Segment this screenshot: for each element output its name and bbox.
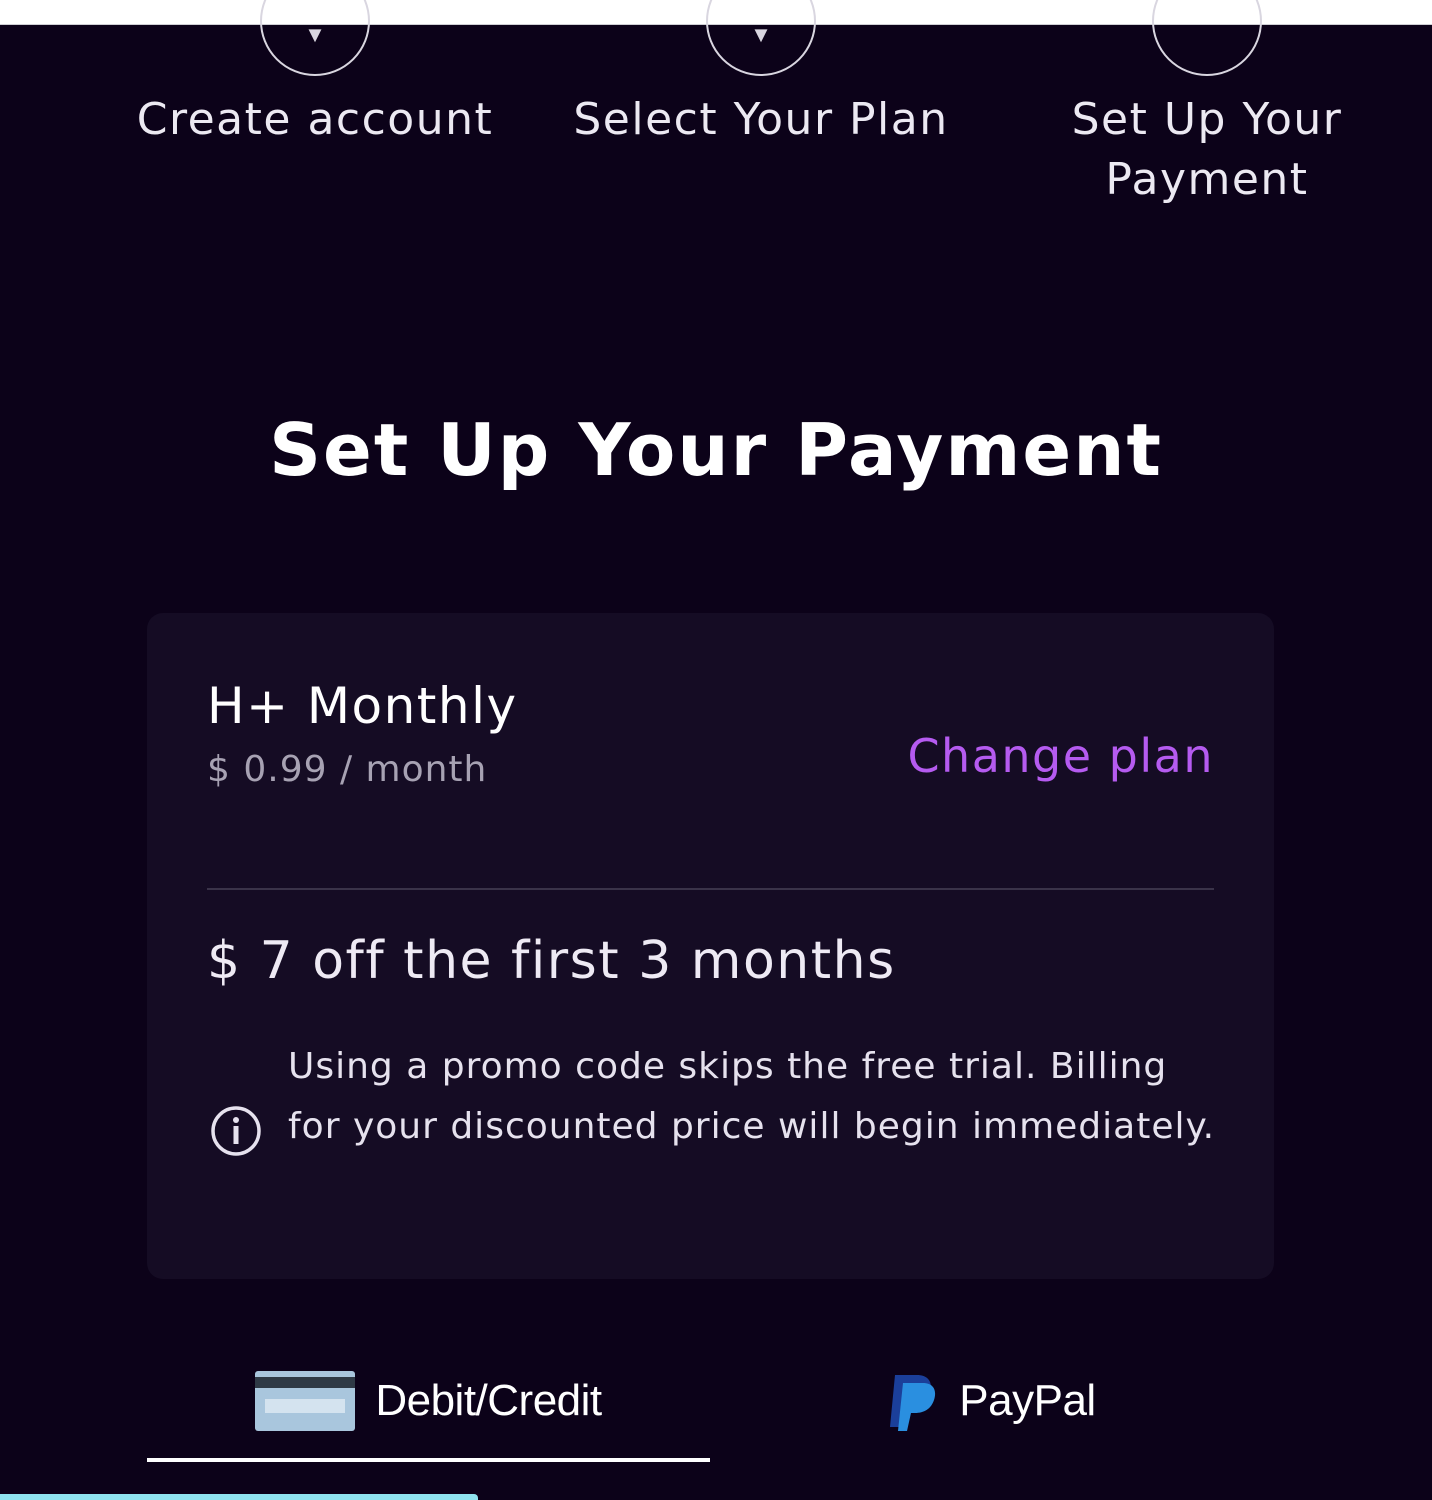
change-plan-link[interactable]: Change plan: [907, 729, 1214, 783]
payment-method-tabs: Debit/Credit PayPal: [147, 1340, 1274, 1470]
paypal-icon: [890, 1375, 936, 1431]
page-title: Set Up Your Payment: [269, 408, 1163, 492]
plan-price: $ 0.99 / month: [207, 749, 488, 790]
promo-discount-text: $ 7 off the first 3 months: [207, 931, 896, 991]
plan-name: H+ Monthly: [207, 677, 518, 735]
plan-summary-card: H+ Monthly $ 0.99 / month Change plan $ …: [147, 613, 1274, 1279]
tab-paypal[interactable]: PayPal: [710, 1340, 1273, 1462]
step-label: Create account: [136, 94, 494, 145]
tab-label: Debit/Credit: [375, 1376, 602, 1425]
info-icon: [211, 1106, 261, 1156]
tab-label: PayPal: [959, 1376, 1096, 1425]
step-label: Select Your Plan: [573, 94, 949, 145]
step-label: Set Up Your Payment: [1071, 94, 1343, 205]
promo-notice-text: Using a promo code skips the free trial.…: [288, 1046, 1216, 1147]
step-check-icon: ▼: [260, 0, 370, 76]
step-check-icon: ▼: [706, 0, 816, 76]
tab-debit-credit[interactable]: Debit/Credit: [147, 1340, 710, 1462]
step-number-icon: [1152, 0, 1262, 76]
bottom-accent-bar: [0, 1494, 478, 1500]
credit-card-icon: [255, 1371, 356, 1431]
divider: [207, 888, 1214, 890]
